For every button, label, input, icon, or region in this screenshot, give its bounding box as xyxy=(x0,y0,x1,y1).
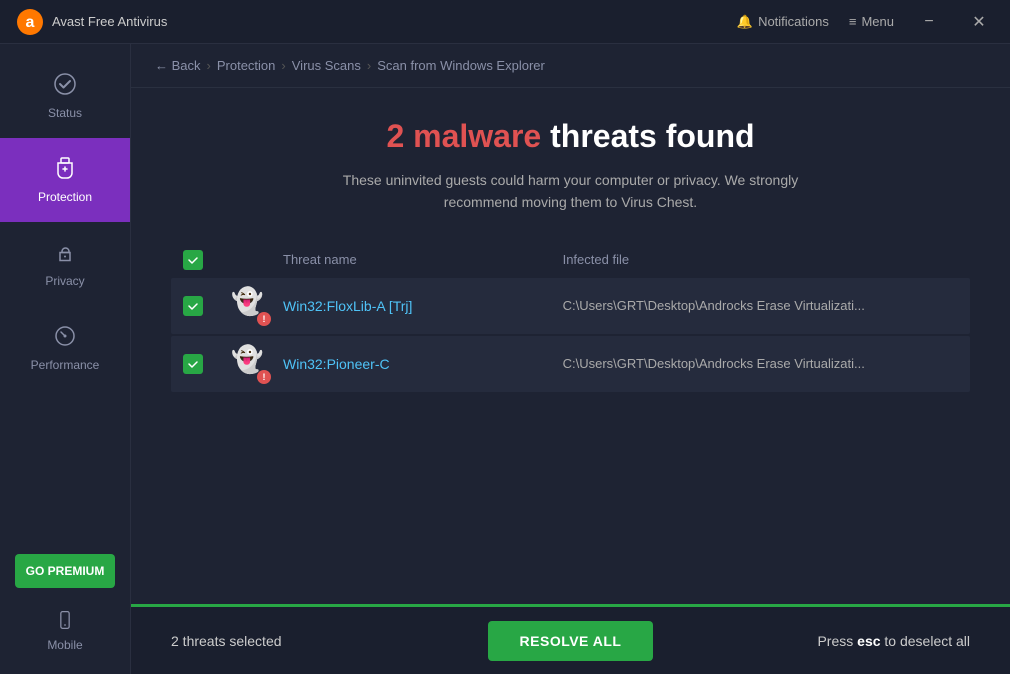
resolve-all-button[interactable]: RESOLVE ALL xyxy=(488,621,654,661)
main-layout: Status Protection Privacy xyxy=(0,44,1010,674)
select-all-checkbox[interactable] xyxy=(183,250,203,270)
back-button[interactable]: ← Back xyxy=(155,58,201,73)
status-icon xyxy=(53,72,77,100)
threats-found-text: threats found xyxy=(541,118,754,154)
row2-checkbox[interactable] xyxy=(183,354,203,374)
table-row[interactable]: 👻 ! Win32:FloxLib-A [Trj] C:\Users\GRT\D… xyxy=(171,278,970,334)
breadcrumb-current: Scan from Windows Explorer xyxy=(377,58,545,73)
breadcrumb-protection[interactable]: Protection xyxy=(217,58,276,73)
protection-icon xyxy=(53,156,77,184)
sidebar-item-status-label: Status xyxy=(48,106,82,120)
sidebar-item-mobile[interactable]: Mobile xyxy=(0,598,130,664)
sidebar-item-privacy-label: Privacy xyxy=(45,274,84,288)
breadcrumb-virus-scans[interactable]: Virus Scans xyxy=(292,58,361,73)
sidebar-item-performance[interactable]: Performance xyxy=(0,306,130,390)
infected-file-2: C:\Users\GRT\Desktop\Androcks Erase Virt… xyxy=(563,356,958,371)
selected-count-text: 2 threats selected xyxy=(171,633,468,649)
infected-file-header: Infected file xyxy=(563,252,958,267)
threat-heading: 2 malware threats found xyxy=(386,118,754,155)
sidebar-item-protection[interactable]: Protection xyxy=(0,138,130,222)
row1-checkbox[interactable] xyxy=(183,296,203,316)
warning-badge: ! xyxy=(257,312,271,326)
warning-badge: ! xyxy=(257,370,271,384)
notifications-button[interactable]: 🔔 Notifications xyxy=(737,14,829,30)
app-title: Avast Free Antivirus xyxy=(52,14,167,29)
sidebar: Status Protection Privacy xyxy=(0,44,130,674)
close-button[interactable]: ✕ xyxy=(964,7,994,37)
menu-label: Menu xyxy=(861,14,894,29)
privacy-icon xyxy=(53,240,77,268)
title-bar-controls: 🔔 Notifications ≡ Menu − ✕ xyxy=(737,7,994,37)
malware-icon: 👻 xyxy=(231,344,263,374)
table-row[interactable]: 👻 ! Win32:Pioneer-C C:\Users\GRT\Desktop… xyxy=(171,336,970,392)
sidebar-item-status[interactable]: Status xyxy=(0,54,130,138)
threats-table: Threat name Infected file 👻 xyxy=(171,242,970,394)
breadcrumb: ← Back › Protection › Virus Scans › Scan… xyxy=(131,44,1010,88)
notifications-label: Notifications xyxy=(758,14,829,29)
mobile-icon xyxy=(55,610,75,633)
sidebar-item-protection-label: Protection xyxy=(38,190,92,204)
menu-button[interactable]: ≡ Menu xyxy=(849,14,894,29)
sidebar-item-mobile-label: Mobile xyxy=(47,638,82,652)
scan-result-area: 2 malware threats found These uninvited … xyxy=(131,88,1010,604)
footer-hint: Press esc to deselect all xyxy=(673,633,970,649)
bell-icon: 🔔 xyxy=(737,14,753,30)
minimize-button[interactable]: − xyxy=(914,7,944,37)
sidebar-item-performance-label: Performance xyxy=(31,358,100,372)
title-bar: a Avast Free Antivirus 🔔 Notifications ≡… xyxy=(0,0,1010,44)
table-header: Threat name Infected file xyxy=(171,242,970,278)
content-area: ← Back › Protection › Virus Scans › Scan… xyxy=(130,44,1010,674)
menu-icon: ≡ xyxy=(849,14,857,29)
threat-count: 2 malware xyxy=(386,118,541,154)
threat-name-1: Win32:FloxLib-A [Trj] xyxy=(283,298,547,314)
threat-icon-wrapper: 👻 ! xyxy=(231,346,267,382)
svg-text:a: a xyxy=(26,14,35,31)
sidebar-item-privacy[interactable]: Privacy xyxy=(0,222,130,306)
app-logo-area: a Avast Free Antivirus xyxy=(16,8,737,36)
threat-name-2: Win32:Pioneer-C xyxy=(283,356,547,372)
avast-logo-icon: a xyxy=(16,8,44,36)
footer-bar: 2 threats selected RESOLVE ALL Press esc… xyxy=(131,604,1010,674)
performance-icon xyxy=(53,324,77,352)
threat-description: These uninvited guests could harm your c… xyxy=(343,169,798,214)
threat-name-header: Threat name xyxy=(283,252,547,267)
infected-file-1: C:\Users\GRT\Desktop\Androcks Erase Virt… xyxy=(563,298,958,313)
threat-icon-wrapper: 👻 ! xyxy=(231,288,267,324)
malware-icon: 👻 xyxy=(231,286,263,316)
go-premium-button[interactable]: GO PREMIUM xyxy=(15,554,115,588)
